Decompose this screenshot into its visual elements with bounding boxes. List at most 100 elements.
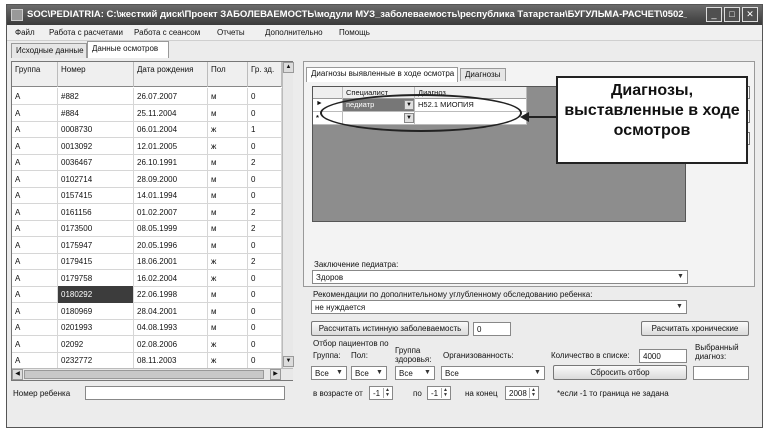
cell-health-group[interactable]: 0 [248,236,282,254]
spinner-arrows-icon[interactable]: ▲ ▼ [383,388,391,398]
scroll-up-icon[interactable]: ▲ [283,62,294,73]
cell-sex[interactable]: м [208,154,248,171]
calc-true-morbidity-button[interactable]: Рассчитать истинную заболеваемость [311,321,469,336]
cell-sex[interactable]: м [208,170,248,188]
cell-number[interactable]: 0173500 [58,220,134,237]
menu-calculations[interactable]: Работа с расчетами [49,28,123,37]
cell-sex[interactable]: ж [208,137,248,155]
group-select[interactable]: Все ▼ [311,366,347,380]
cell-health-group[interactable]: 0 [248,286,282,303]
cell-sex[interactable]: ж [208,352,248,369]
cell-birthdate[interactable]: 28.04.2001 [134,302,208,320]
cell-health-group[interactable]: 1 [248,121,282,138]
menu-help[interactable]: Помощь [339,28,370,37]
table-row[interactable]: А #884 25.11.2004 м 0 [12,104,282,122]
cell-number[interactable]: 0232772 [58,352,134,369]
cell-number[interactable]: 0157415 [58,187,134,204]
cell-sex[interactable]: м [208,302,248,320]
cell-health-group[interactable]: 0 [248,104,282,122]
scroll-right-icon[interactable]: ▶ [270,369,281,380]
cell-number[interactable]: 0179415 [58,253,134,270]
cell-birthdate[interactable]: 20.05.1996 [134,236,208,254]
cell-health-group[interactable]: 2 [248,203,282,221]
cell-sex[interactable]: м [208,236,248,254]
cell-birthdate[interactable]: 22.06.1998 [134,286,208,303]
table-row[interactable]: А 0180969 28.04.2001 м 0 [12,302,282,320]
cell-birthdate[interactable]: 26.07.2007 [134,88,208,105]
tab-exam-data[interactable]: Данные осмотров [87,41,169,58]
cell-group[interactable]: А [12,286,58,303]
cell-health-group[interactable]: 0 [248,88,282,105]
minimize-button[interactable]: _ [706,7,722,22]
cell-birthdate[interactable]: 16.02.2004 [134,269,208,287]
column-header-number[interactable]: Номер [58,62,134,87]
scroll-down-icon[interactable]: ▼ [283,356,294,367]
cell-health-group[interactable]: 2 [248,220,282,237]
cell-group[interactable]: А [12,302,58,320]
cell-number[interactable]: 02092 [58,335,134,353]
cell-sex[interactable]: м [208,220,248,237]
cell-group[interactable]: А [12,88,58,105]
maximize-button[interactable]: □ [724,7,740,22]
spinner-arrows-icon[interactable]: ▲ ▼ [529,388,537,398]
cell-group[interactable]: А [12,137,58,155]
table-row[interactable]: А 02092 02.08.2006 ж 0 [12,335,282,353]
cell-group[interactable]: А [12,319,58,336]
table-row[interactable]: А 0179758 16.02.2004 ж 0 [12,269,282,287]
cell-number[interactable]: #884 [58,104,134,122]
child-number-input[interactable] [85,386,285,400]
cell-health-group[interactable]: 0 [248,302,282,320]
cell-health-group[interactable]: 2 [248,154,282,171]
vertical-scrollbar[interactable]: ▲ ▼ [282,62,294,368]
column-header-sex[interactable]: Пол [208,62,248,87]
end-year-spinner[interactable]: 2008 ▲ ▼ [505,386,539,400]
cell-sex[interactable]: ж [208,253,248,270]
cell-health-group[interactable]: 0 [248,269,282,287]
cell-group[interactable]: А [12,154,58,171]
horizontal-scrollbar[interactable]: ◀ ▶ [12,368,293,380]
cell-sex[interactable]: ж [208,269,248,287]
table-row[interactable]: А 0008730 06.01.2004 ж 1 [12,121,282,138]
table-row[interactable]: А 0157415 14.01.1994 м 0 [12,187,282,204]
close-button[interactable]: ✕ [742,7,758,22]
cell-group[interactable]: А [12,187,58,204]
cell-sex[interactable]: м [208,187,248,204]
menu-file[interactable]: Файл [15,28,35,37]
cell-group[interactable]: А [12,121,58,138]
cell-sex[interactable]: м [208,319,248,336]
age-to-spinner[interactable]: -1 ▲ ▼ [427,386,451,400]
column-header-health-group[interactable]: Гр. зд. [248,62,282,87]
column-header-birthdate[interactable]: Дата рождения [134,62,208,87]
menu-additional[interactable]: Дополнительно [265,28,323,37]
cell-sex[interactable]: ж [208,121,248,138]
cell-number[interactable]: #882 [58,88,134,105]
cell-sex[interactable]: м [208,203,248,221]
true-morbidity-value[interactable]: 0 [473,322,511,336]
table-row[interactable]: А 0232772 08.11.2003 ж 0 [12,352,282,369]
cell-birthdate[interactable]: 26.10.1991 [134,154,208,171]
cell-birthdate[interactable]: 28.09.2000 [134,170,208,188]
cell-birthdate[interactable]: 04.08.1993 [134,319,208,336]
cell-group[interactable]: А [12,220,58,237]
cell-number[interactable]: 0201993 [58,319,134,336]
table-row[interactable]: А #882 26.07.2007 м 0 [12,88,282,105]
spinner-arrows-icon[interactable]: ▲ ▼ [441,388,449,398]
health-group-select[interactable]: Все ▼ [395,366,435,380]
cell-birthdate[interactable]: 06.01.2004 [134,121,208,138]
cell-health-group[interactable]: 0 [248,319,282,336]
cell-number[interactable]: 0179758 [58,269,134,287]
cell-birthdate[interactable]: 18.06.2001 [134,253,208,270]
reset-filter-button[interactable]: Сбросить отбор [553,365,687,380]
tab-exam-diagnoses[interactable]: Диагнозы выявленные в ходе осмотра [306,67,458,82]
cell-number[interactable]: 0175947 [58,236,134,254]
cell-health-group[interactable]: 0 [248,170,282,188]
conclusion-select[interactable]: Здоров ▼ [312,270,688,284]
cell-number[interactable]: 0102714 [58,170,134,188]
cell-group[interactable]: А [12,236,58,254]
cell-birthdate[interactable]: 08.11.2003 [134,352,208,369]
cell-birthdate[interactable]: 14.01.1994 [134,187,208,204]
table-row[interactable]: А 0102714 28.09.2000 м 0 [12,170,282,188]
table-row[interactable]: А 0180292 22.06.1998 м 0 [12,286,282,303]
cell-birthdate[interactable]: 25.11.2004 [134,104,208,122]
cell-sex[interactable]: м [208,104,248,122]
